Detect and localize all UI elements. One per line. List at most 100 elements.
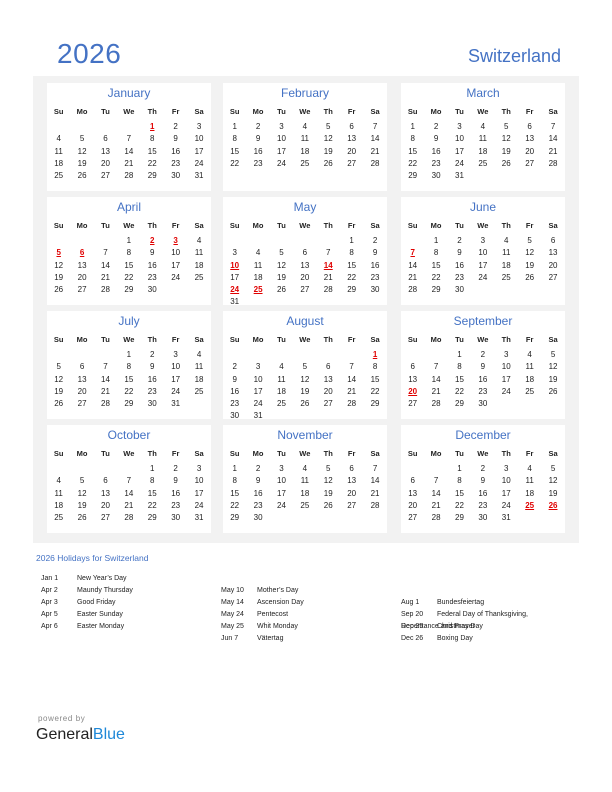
week-row: 9 10 11 12 13 14 15 <box>223 374 387 386</box>
day-cell: 12 <box>77 488 87 498</box>
day-cell: 14 <box>101 374 110 384</box>
day-cell: 22 <box>347 272 357 282</box>
day-cell: 26 <box>548 386 558 396</box>
day-cell: 28 <box>124 171 134 181</box>
day-cell: 14 <box>408 260 418 270</box>
day-cell: 1 <box>349 236 354 245</box>
day-cell: 4 <box>279 362 284 372</box>
weekday-label: Fr <box>525 335 534 344</box>
day-cell: 19 <box>300 386 310 396</box>
day-cell: 14 <box>431 374 441 384</box>
holiday-name: Mother’s Day <box>257 587 299 594</box>
day-cell: 17 <box>277 488 286 498</box>
day-cell: 5 <box>550 464 556 473</box>
day-cell: 2 <box>173 464 178 473</box>
day-cell: 4 <box>302 122 308 131</box>
holiday-name: Boxing Day <box>437 635 473 642</box>
month-card-february: February Su Mo Tu We Th Fr Sa 1 2 3 4 5 6 7 8 9 10 11 12 13 1… <box>223 83 387 191</box>
month-grid: Su Mo Tu We Th Fr Sa 1 2 3 4 5 6 7 8 9 10 11 12 13 14 15 16 17 1… <box>223 333 387 423</box>
month-name: March <box>466 86 500 100</box>
day-cell: 28 <box>370 158 380 168</box>
day-cell: 11 <box>300 134 310 144</box>
day-cell: 4 <box>56 134 61 144</box>
day-cell: 27 <box>408 399 418 409</box>
weekday-label: We <box>477 449 489 458</box>
day-cell: 27 <box>408 513 418 523</box>
empty-cell <box>495 398 518 410</box>
weekday-label: We <box>299 107 311 116</box>
day-cell: 9 <box>232 374 237 384</box>
weekday-label: Sa <box>194 335 204 344</box>
day-cell: 1 <box>457 464 462 473</box>
holiday-name: Good Friday <box>77 599 116 606</box>
day-cell: 11 <box>54 488 63 498</box>
day-cell: 30 <box>431 171 441 181</box>
day-cell: 11 <box>54 146 63 156</box>
weekday-label: Th <box>147 335 157 344</box>
empty-cell <box>270 349 293 361</box>
month-name: August <box>286 314 324 328</box>
day-cell: 22 <box>230 158 240 168</box>
holiday-item: Apr 3 Good Friday <box>41 597 211 609</box>
day-cell: 24 <box>253 399 263 409</box>
day-cell: 11 <box>525 476 534 486</box>
holiday-column-3: Aug 1 Bundesfeiertag Sep 20 Federal Day of … <box>401 597 551 645</box>
holiday-item: May 25 Whit Monday <box>221 621 391 633</box>
day-cell: 20 <box>408 500 418 510</box>
week-row: 17 18 19 20 21 22 23 <box>223 272 387 284</box>
holiday-date: Jan 1 <box>41 575 59 582</box>
day-cell: 28 <box>548 158 558 168</box>
month-name: February <box>280 86 330 100</box>
week-row: 4 5 6 7 8 9 10 <box>47 475 211 487</box>
weekday-label: Mo <box>430 221 442 230</box>
day-cell: 4 <box>255 248 261 258</box>
month-grid: Su Mo Tu We Th Fr Sa 1 2 3 4 5 6 7 8 9 10 11 12 13 14 15 16 17 1… <box>47 447 211 524</box>
calendar-panel: January Su Mo Tu We Th Fr Sa 1 2 3 4 5 6 7 8 9 10 11 12 13 14… <box>33 76 579 543</box>
holiday-day-cell: 1 <box>150 122 155 131</box>
weekday-label: Tu <box>277 221 286 230</box>
month-card-january: January Su Mo Tu We Th Fr Sa 1 2 3 4 5 6 7 8 9 10 11 12 13 14… <box>47 83 211 191</box>
day-cell: 19 <box>525 260 535 270</box>
holiday-date: Aug 1 <box>401 599 420 606</box>
day-cell: 4 <box>480 122 486 131</box>
day-cell: 1 <box>232 464 237 473</box>
day-cell: 14 <box>347 374 357 384</box>
day-cell: 14 <box>101 260 110 270</box>
day-cell: 13 <box>300 260 310 270</box>
empty-cell <box>246 296 269 308</box>
day-cell: 22 <box>370 386 380 396</box>
empty-cell <box>340 296 363 308</box>
day-cell: 10 <box>455 134 464 144</box>
day-cell: 15 <box>230 146 240 156</box>
weekday-label: Sa <box>370 335 380 344</box>
weekday-label: Mo <box>76 449 88 458</box>
month-grid: Su Mo Tu We Th Fr Sa 1 2 3 4 5 6 7 8 9 10 11 12 13 14 15 16 17 1… <box>401 219 565 296</box>
day-cell: 3 <box>504 464 509 473</box>
week-row: 29 30 31 <box>401 170 565 182</box>
empty-cell <box>270 296 293 308</box>
day-cell: 20 <box>101 500 110 510</box>
weekday-header: Su Mo Tu We Th Fr Sa <box>223 333 387 347</box>
day-cell: 27 <box>525 158 535 168</box>
generalblue-logo[interactable]: GeneralBlue <box>36 726 125 744</box>
month-grid: Su Mo Tu We Th Fr Sa 1 2 3 4 5 6 7 8 9 10 11 12 13 14 15 16 17 1… <box>47 333 211 410</box>
day-cell: 31 <box>455 171 464 181</box>
day-cell: 28 <box>408 285 418 295</box>
day-cell: 30 <box>171 513 181 523</box>
week-row: 30 31 <box>223 410 387 422</box>
month-grid: Su Mo Tu We Th Fr Sa 1 2 3 4 5 6 7 8 9 10 11 12 13 14 15 16 17 1… <box>47 105 211 182</box>
empty-cell <box>541 398 564 410</box>
weekday-label: Th <box>323 335 333 344</box>
day-cell: 18 <box>300 488 310 498</box>
holiday-date: Apr 5 <box>41 611 58 618</box>
holiday-item: May 14 Ascension Day <box>221 597 391 609</box>
day-cell: 9 <box>255 134 261 144</box>
weekday-label: Th <box>501 107 511 116</box>
day-cell: 30 <box>147 285 157 295</box>
day-cell: 25 <box>277 399 286 409</box>
holiday-item: Dec 25 Christmas Day <box>401 621 551 633</box>
week-row: 1 2 3 4 5 6 <box>401 235 565 247</box>
day-cell: 7 <box>372 122 378 131</box>
weekday-label: We <box>299 221 311 230</box>
month-card-december: December Su Mo Tu We Th Fr Sa 1 2 3 4 5 6 7 8 9 10 11 12 13 1… <box>401 425 565 533</box>
